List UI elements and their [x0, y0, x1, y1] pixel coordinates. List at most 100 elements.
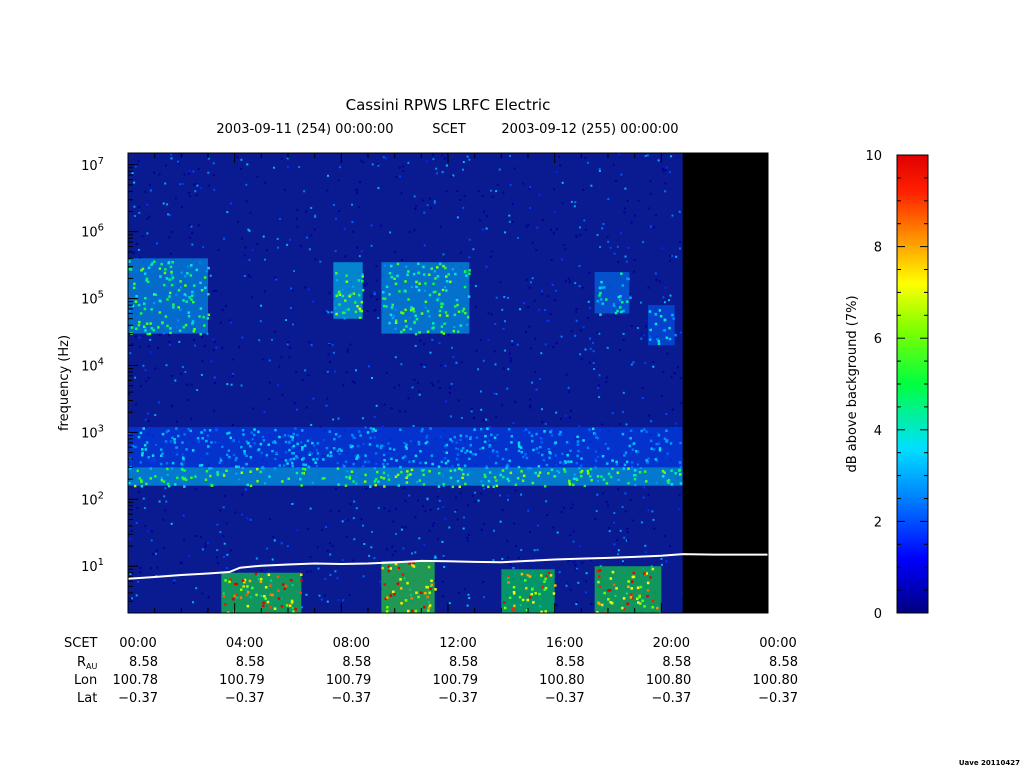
emission-patch-speck [388, 272, 392, 275]
noise-speck [402, 170, 405, 173]
noise-speck [365, 282, 368, 285]
noise-speck [574, 564, 577, 567]
noise-speck [212, 174, 215, 177]
noise-speck [326, 549, 329, 552]
noise-speck [370, 244, 373, 247]
band-speck [287, 477, 290, 480]
band-speck [205, 470, 209, 473]
noise-speck [559, 164, 562, 167]
noise-speck [226, 211, 229, 214]
band-speck [624, 451, 628, 454]
noise-speck [149, 338, 152, 341]
noise-speck [449, 415, 452, 418]
noise-speck [480, 492, 483, 495]
band-speck [234, 458, 237, 462]
noise-speck [171, 404, 174, 407]
noise-speck [624, 510, 627, 513]
ephem-rau: 8.58 [129, 655, 158, 670]
noise-speck [280, 157, 283, 160]
band-speck [535, 447, 539, 450]
noise-speck [495, 296, 498, 299]
noise-speck [141, 235, 144, 238]
emission-patch-speck [453, 313, 457, 317]
noise-speck [617, 488, 620, 491]
noise-speck [407, 397, 410, 400]
band-speck [627, 482, 630, 485]
noise-speck [213, 341, 216, 343]
noise-speck [508, 214, 511, 217]
noise-speck [135, 594, 138, 597]
band-speck [145, 441, 149, 444]
band-speck [506, 477, 509, 481]
noise-speck [287, 341, 290, 344]
noise-speck [418, 393, 421, 396]
noise-speck [286, 166, 289, 168]
band-speck [207, 445, 210, 448]
noise-speck [278, 365, 281, 368]
noise-speck [629, 499, 632, 502]
emission-patch-speck [407, 298, 410, 301]
emission-patch-speck [150, 327, 154, 330]
band-speck [261, 435, 265, 439]
noise-speck [370, 294, 373, 297]
noise-speck [150, 539, 153, 542]
noise-speck [468, 158, 471, 161]
band-speck [531, 439, 534, 443]
noise-speck [173, 579, 176, 582]
noise-speck [365, 487, 368, 490]
low-freq-burst-speck [264, 597, 267, 600]
noise-speck [255, 557, 258, 560]
emission-patch-speck [169, 265, 173, 269]
noise-speck [136, 506, 139, 509]
noise-speck [391, 545, 394, 548]
low-freq-burst-speck [530, 593, 533, 596]
noise-speck [529, 406, 532, 409]
noise-speck [326, 600, 329, 603]
noise-speck [530, 281, 532, 284]
band-speck [646, 461, 649, 465]
low-freq-burst-speck [415, 591, 418, 594]
low-freq-burst-speck [239, 596, 243, 599]
noise-speck [173, 582, 175, 584]
band-speck [326, 454, 330, 457]
noise-speck [674, 372, 676, 375]
band-speck [330, 454, 333, 457]
band-speck [406, 474, 410, 477]
noise-speck [525, 278, 528, 281]
low-freq-burst-speck [259, 580, 263, 583]
noise-speck [296, 529, 299, 532]
noise-speck [351, 203, 353, 206]
emission-patch-speck [465, 274, 468, 277]
colorbar-tick-label: 0 [874, 607, 882, 622]
colorbar-tick-label: 4 [874, 424, 882, 439]
noise-speck [240, 384, 243, 387]
emission-patch-speck [598, 286, 602, 290]
noise-speck [538, 308, 540, 311]
ephem-lat: −0.37 [545, 691, 585, 706]
band-speck [548, 456, 551, 460]
low-freq-burst-speck [598, 575, 601, 578]
low-freq-burst-speck [414, 609, 418, 613]
emission-patch-speck [188, 296, 191, 299]
noise-speck [663, 301, 666, 304]
noise-speck [470, 407, 473, 410]
ephem-scet: 04:00 [226, 636, 263, 651]
band-speck [446, 459, 450, 463]
noise-speck [439, 387, 441, 389]
band-speck [169, 440, 173, 443]
low-freq-burst-speck [389, 594, 393, 597]
noise-speck [507, 296, 510, 299]
low-freq-burst-speck [511, 607, 515, 610]
noise-speck [181, 206, 183, 209]
emission-patch-speck [596, 300, 599, 303]
emission-patch-speck [135, 327, 138, 330]
noise-speck [196, 184, 199, 187]
band-speck [554, 441, 557, 444]
band-speck [537, 465, 541, 468]
emission-patch-speck [432, 322, 435, 325]
noise-speck [644, 544, 647, 547]
noise-speck [137, 248, 140, 251]
noise-speck [375, 404, 378, 407]
band-speck [594, 459, 598, 463]
noise-speck [641, 387, 644, 389]
